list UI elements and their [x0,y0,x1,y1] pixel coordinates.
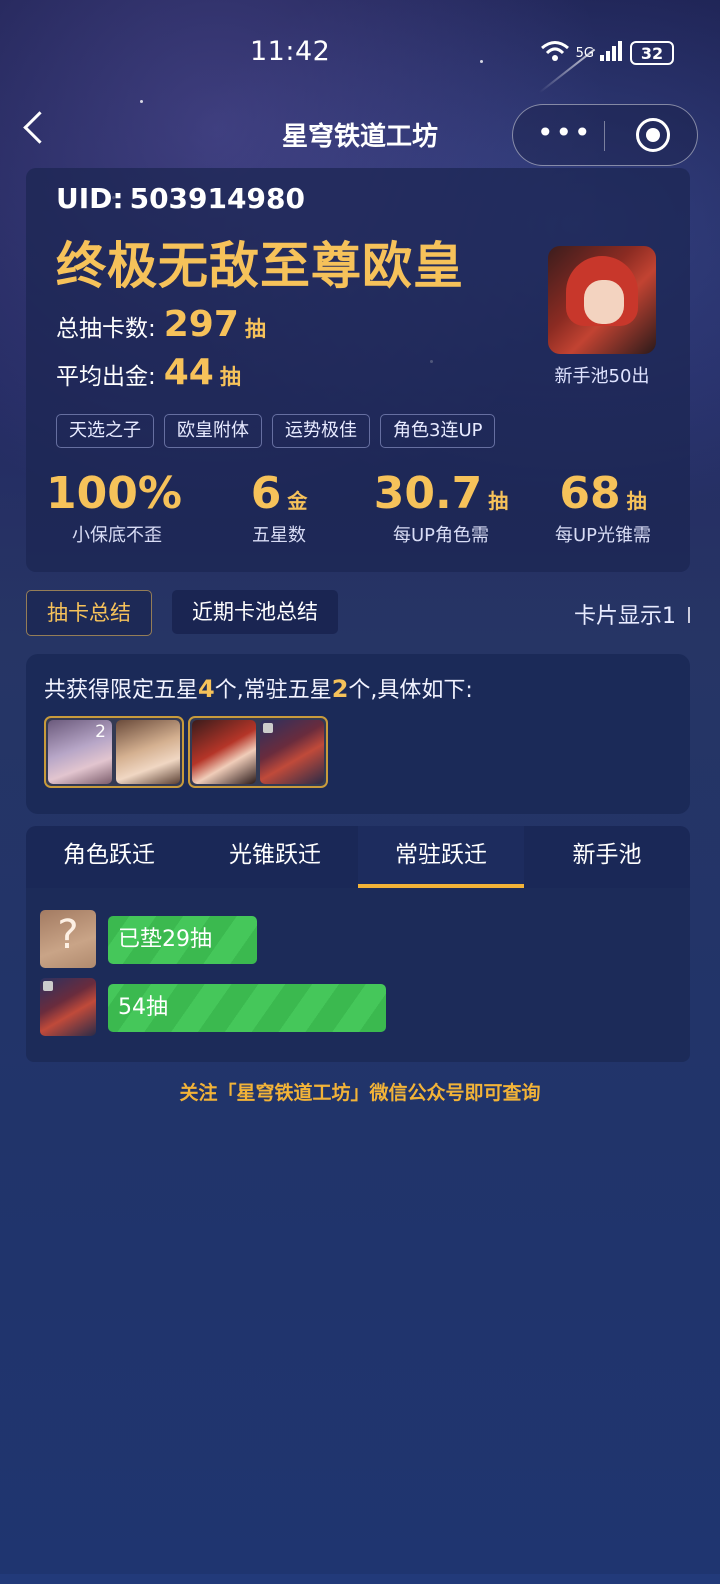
duplicate-count-badge: 2 [95,722,106,742]
metric-pulls-per-up-character: 30.7 抽 每UP角色需 [358,468,524,547]
bottom-edge [0,1574,720,1584]
pity-bar-label: 54抽 [118,995,168,1020]
tab-standard-warp[interactable]: 常驻跃迁 [358,826,524,888]
avg-gold-unit: 抽 [219,365,241,389]
question-glyph: ? [57,912,79,958]
metric-label: 每UP角色需 [392,525,490,546]
nav-bar: 星穹铁道工坊 ••• [0,102,720,166]
tag: 角色3连UP [380,414,496,448]
character-thumb[interactable]: 2 [48,720,112,784]
metric-pulls-per-up-lightcone: 68 抽 每UP光锥需 [520,468,686,547]
character-thumb[interactable] [192,720,256,784]
capsule-divider [604,121,605,151]
system-icons: 5G 32 [540,40,674,66]
standard-thumb-group [188,716,328,788]
metric-unit: 金 [287,489,308,513]
question-icon: ? [40,910,96,968]
network-type-label: 5G [575,45,594,61]
metric-value: 100% [46,468,182,519]
total-pulls-value: 297 [163,304,239,345]
metric-unit: 抽 [626,489,647,513]
summary-middle: 个,常驻五星 [214,678,332,703]
limited-count: 4 [198,675,215,703]
portrait-face [584,280,624,324]
profile-card: UID: 503914980 终极无敌至尊欧皇 总抽卡数: 297 抽 平均出金: 44… [26,168,690,572]
pity-row: ? 已垫29抽 [40,910,680,968]
character-thumb[interactable] [40,978,96,1036]
tag: 运势极佳 [272,414,370,448]
avg-gold-label: 平均出金: [56,364,156,390]
summary-text: 共获得限定五星4个,常驻五星2个,具体如下: [44,672,473,704]
metric-unit: 抽 [488,489,509,513]
pool-tab-bar: 角色跃迁 光锥跃迁 常驻跃迁 新手池 [26,826,690,888]
metric-no-lose: 100% 小保底不歪 [34,468,200,547]
summary-prefix: 共获得限定五星 [44,678,199,703]
total-pulls-row: 总抽卡数: 297 抽 [56,304,266,345]
pity-bar: 54抽 [108,984,386,1032]
avg-gold-row: 平均出金: 44 抽 [56,352,241,393]
uid-line: UID: 503914980 [56,182,305,215]
metric-value: 30.7 [373,468,483,519]
tab-pull-summary[interactable]: 抽卡总结 [26,590,152,636]
pity-bar: 已垫29抽 [108,916,257,964]
lightcone-thumb[interactable] [260,720,324,784]
lightcone-badge-icon [43,981,53,991]
limited-thumb-group: 2 [44,716,184,788]
battery-icon: 32 [630,41,674,65]
more-dots-icon[interactable]: ••• [537,119,593,147]
rank-title: 终极无敌至尊欧皇 [56,237,464,295]
signal-icon [600,41,624,65]
summary-panel: 共获得限定五星4个,常驻五星2个,具体如下: 2 [26,654,690,814]
avg-gold-value: 44 [163,352,214,393]
metrics-row: 100% 小保底不歪 6金 五星数 30.7 抽 每UP角色需 68 抽 每UP光锥… [26,468,690,558]
target-icon[interactable] [636,118,670,152]
metric-label: 每UP光锥需 [554,525,652,546]
character-portrait [548,246,656,354]
uid-label: UID: [56,182,124,215]
pity-panel: ? 已垫29抽 54抽 [26,888,690,1062]
card-display-toggle[interactable]: 卡片显示1 [574,598,690,630]
tab-recent-pool-summary[interactable]: 近期卡池总结 [172,590,338,634]
tab-beginner-pool[interactable]: 新手池 [524,826,690,888]
metric-label: 五星数 [252,525,306,546]
total-pulls-unit: 抽 [244,317,266,341]
standard-count: 2 [331,675,349,703]
total-pulls-label: 总抽卡数: [56,316,156,342]
tag-list: 天选之子 欧皇附体 运势极佳 角色3连UP [56,414,496,448]
battery-level: 32 [640,43,664,63]
tag: 天选之子 [56,414,154,448]
metric-five-star-count: 6金 五星数 [196,468,362,547]
pity-row: 54抽 [40,978,680,1036]
uid-value: 503914980 [129,182,305,215]
portrait-caption: 新手池50出 [554,366,650,387]
pity-bar-label: 已垫29抽 [118,927,212,952]
tag: 欧皇附体 [164,414,262,448]
wifi-icon [540,40,570,66]
summary-suffix: 个,具体如下: [348,678,473,703]
character-thumb[interactable] [116,720,180,784]
tab-lightcone-warp[interactable]: 光锥跃迁 [192,826,358,888]
footer-notice: 关注「星穹铁道工坊」微信公众号即可查询 [179,1082,541,1104]
lightcone-badge-icon [263,723,273,733]
status-bar: 11:42 5G 32 [0,30,720,76]
status-time: 11:42 [250,36,331,67]
metric-value: 6 [250,468,282,519]
tab-character-warp[interactable]: 角色跃迁 [26,826,192,888]
metric-label: 小保底不歪 [72,525,162,546]
five-star-thumbnails: 2 [44,716,328,788]
mini-program-capsule: ••• [512,104,698,166]
metric-value: 68 [559,468,621,519]
